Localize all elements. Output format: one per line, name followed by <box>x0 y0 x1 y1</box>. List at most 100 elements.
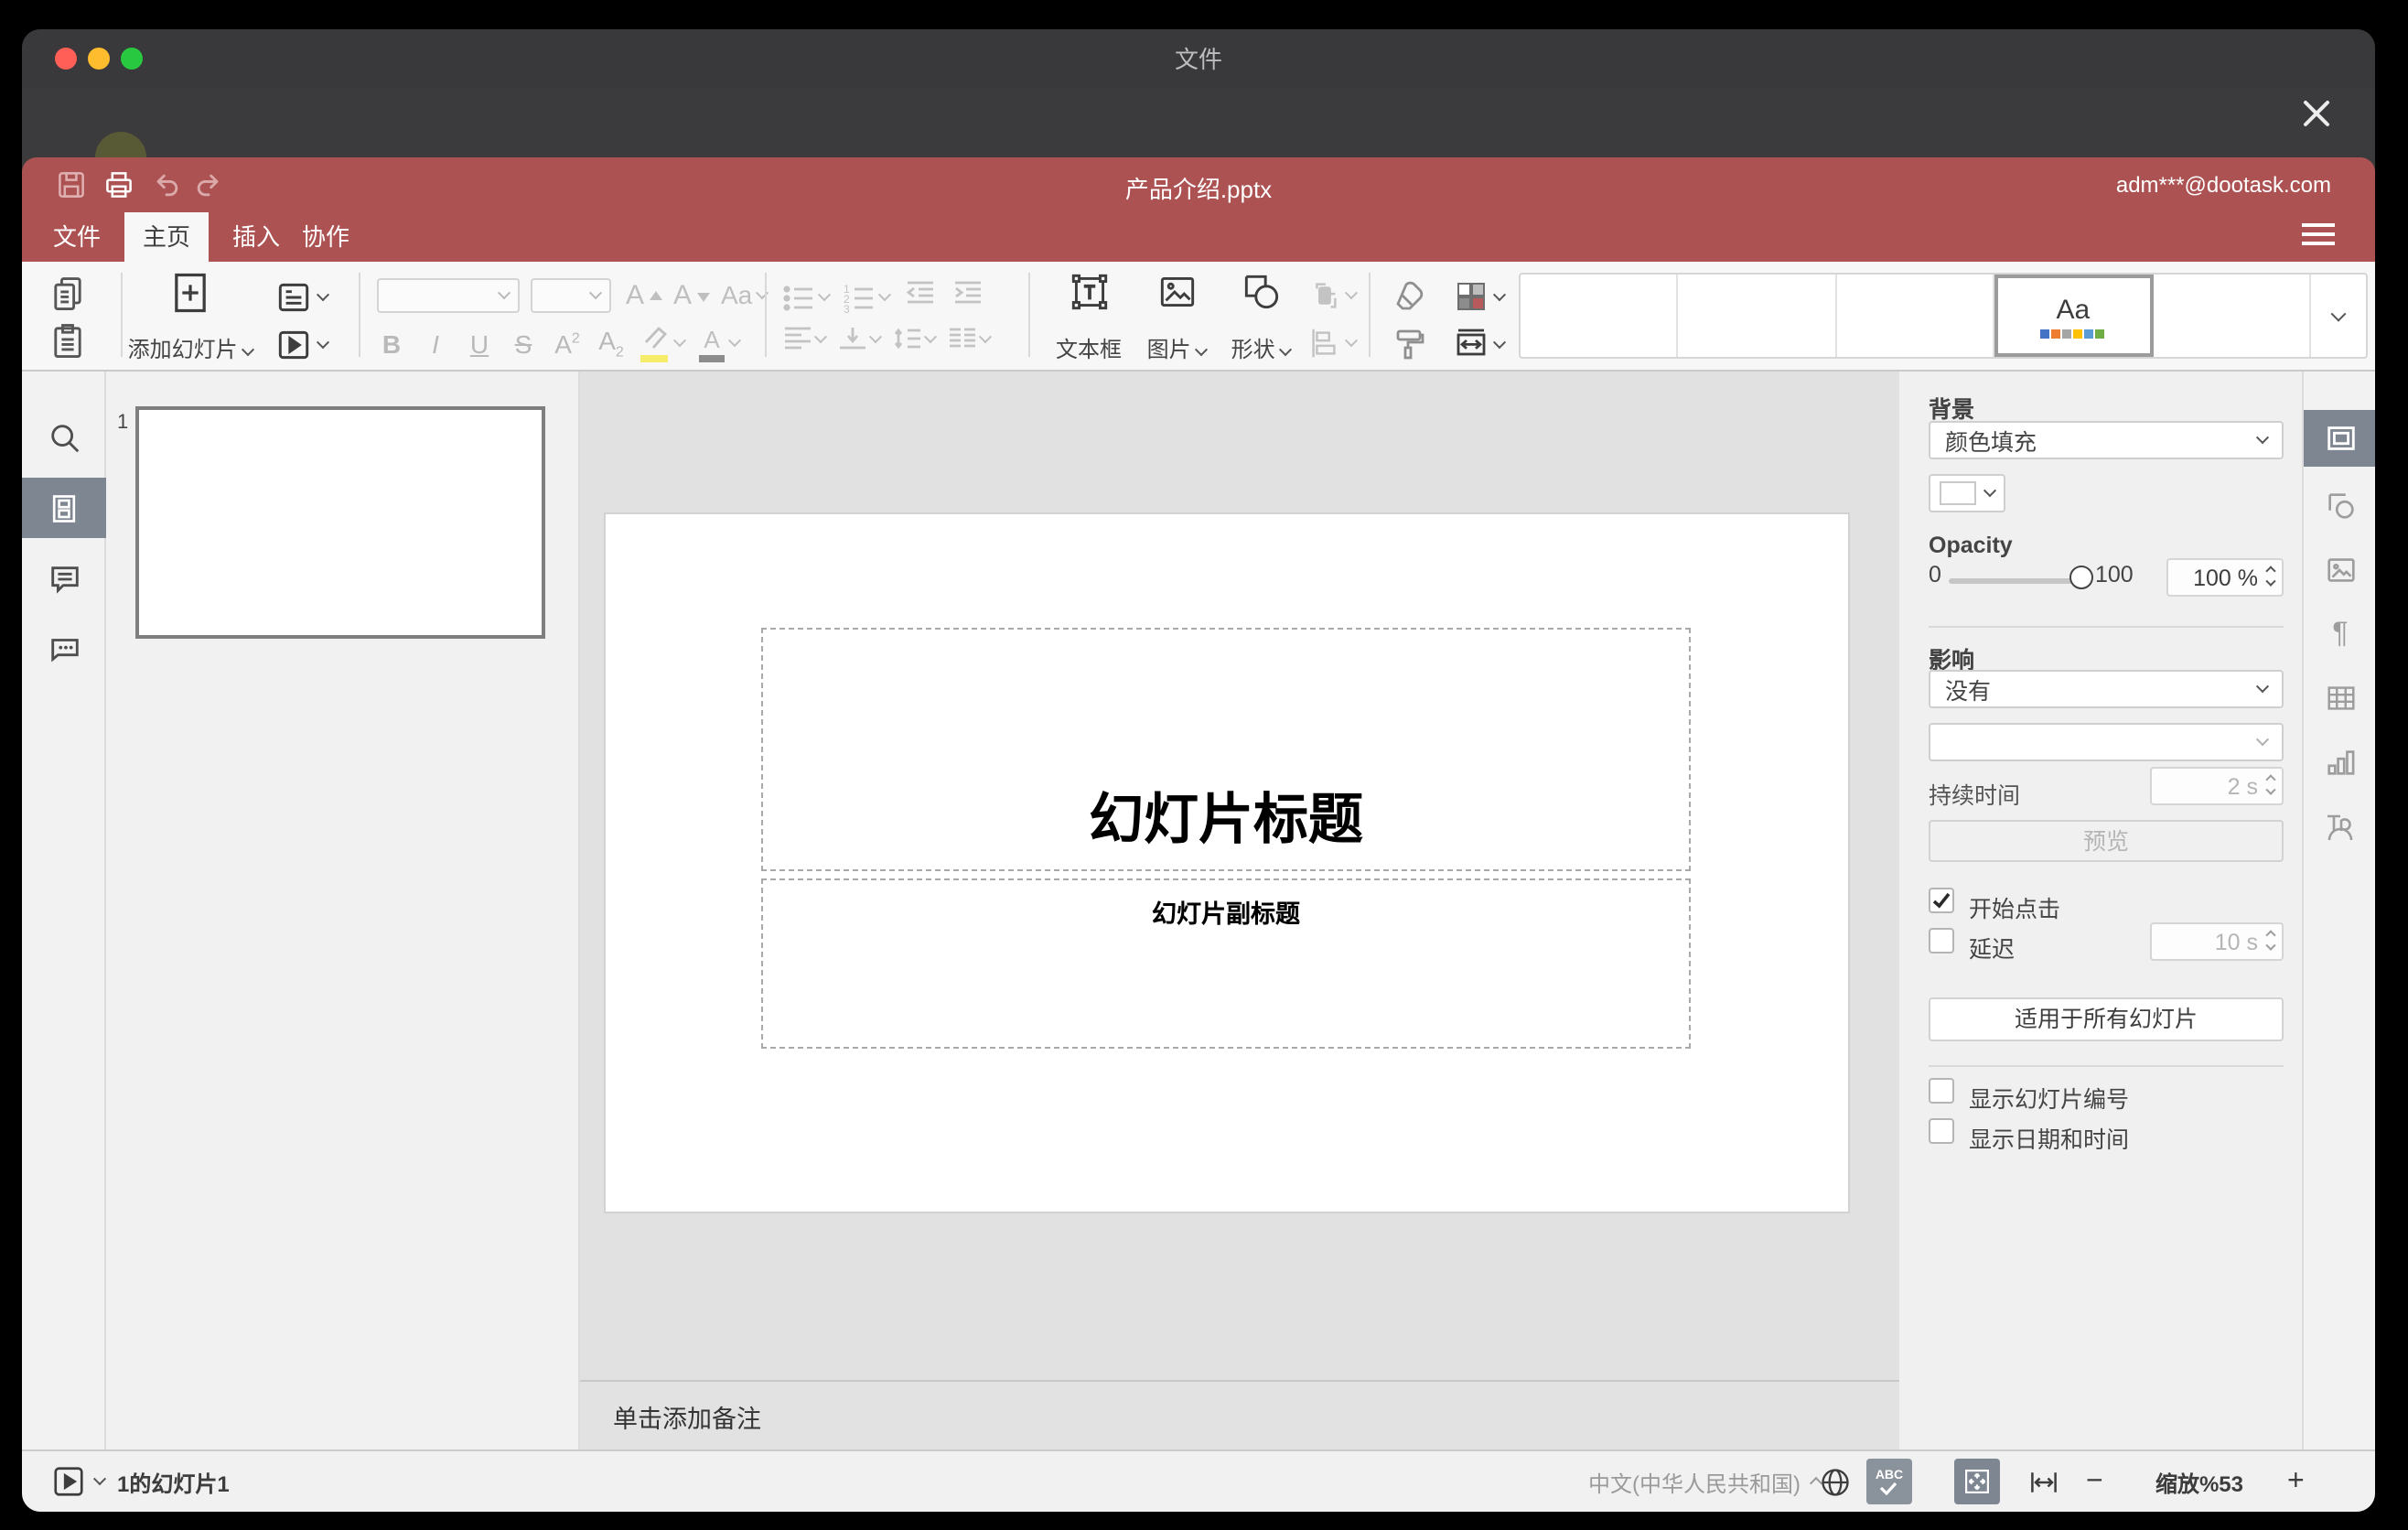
delay-checkbox[interactable] <box>1929 928 1954 954</box>
numbered-list-button[interactable]: 123 <box>844 283 892 312</box>
add-slide-button[interactable]: 添加幻灯片 <box>128 269 255 364</box>
font-name-select[interactable] <box>377 278 520 313</box>
tab-file[interactable]: 文件 <box>37 212 117 262</box>
zoom-in-button[interactable]: + <box>2287 1451 2305 1512</box>
paragraph-settings-icon[interactable]: ¶ <box>2304 606 2375 663</box>
copy-button[interactable] <box>48 273 88 313</box>
slide-layout-button[interactable] <box>274 278 330 317</box>
color-scheme-button[interactable] <box>1453 278 1507 315</box>
paste-button[interactable] <box>48 320 88 361</box>
horizontal-align-button[interactable] <box>783 326 828 351</box>
slide-thumbnail[interactable] <box>135 406 545 639</box>
toolbar: 添加幻灯片 A A Aa B I U S A2 A2 A 1 2 3 文本框 图… <box>22 262 2375 372</box>
effect-type-select[interactable] <box>1929 723 2284 761</box>
vertical-align-button[interactable] <box>838 326 883 351</box>
subscript-button[interactable]: A2 <box>597 326 626 361</box>
language-selector[interactable]: 中文(中华人民共和国) <box>1588 1451 1823 1512</box>
tab-home[interactable]: 主页 <box>124 212 209 262</box>
tab-insert[interactable]: 插入 <box>216 212 296 262</box>
macos-titlebar: 文件 <box>22 29 2375 88</box>
font-size-select[interactable] <box>531 278 611 313</box>
theme-option-selected[interactable]: Aa <box>1994 275 2154 357</box>
table-settings-icon[interactable] <box>2304 670 2375 727</box>
opacity-label: Opacity <box>1929 533 2013 558</box>
italic-button[interactable]: I <box>421 329 450 358</box>
bullet-list-button[interactable] <box>783 283 832 312</box>
chat-icon[interactable] <box>22 619 106 679</box>
theme-option[interactable] <box>2153 275 2312 357</box>
window-title: 文件 <box>1174 46 1222 73</box>
opacity-slider[interactable] <box>1949 578 2080 584</box>
search-icon[interactable] <box>22 408 106 469</box>
delay-spinner[interactable]: 10 s <box>2150 922 2284 961</box>
duration-spinner[interactable]: 2 s <box>2150 767 2284 805</box>
tab-collaboration[interactable]: 协作 <box>285 212 366 262</box>
slide[interactable]: 幻灯片标题 幻灯片副标题 <box>606 514 1848 1212</box>
comments-icon[interactable] <box>22 549 106 609</box>
superscript-button[interactable]: A2 <box>553 329 582 358</box>
copy-style-button[interactable] <box>1391 326 1427 362</box>
fit-width-button[interactable] <box>2027 1466 2060 1499</box>
zoom-out-button[interactable]: − <box>2086 1451 2103 1512</box>
change-case-button[interactable]: Aa <box>721 280 769 309</box>
theme-gallery: Aa <box>1519 273 2368 359</box>
increase-font-icon[interactable]: A <box>626 280 663 311</box>
decrease-font-icon[interactable]: A <box>673 280 711 311</box>
notes-area[interactable]: 单击添加备注 <box>580 1380 1899 1449</box>
fill-color-picker[interactable] <box>1929 474 2005 512</box>
bold-button[interactable]: B <box>377 329 406 358</box>
theme-option[interactable] <box>1521 275 1679 357</box>
textart-settings-icon[interactable] <box>2304 798 2375 855</box>
menu-icon[interactable] <box>2302 223 2335 249</box>
underline-button[interactable]: U <box>465 329 494 358</box>
document-language-icon[interactable] <box>1819 1466 1852 1499</box>
show-date-time-label: 显示日期和时间 <box>1969 1127 2130 1153</box>
theme-option[interactable] <box>1837 275 1995 357</box>
close-icon[interactable] <box>2298 95 2335 132</box>
columns-button[interactable] <box>948 326 993 351</box>
slide-settings-icon[interactable] <box>2304 410 2375 467</box>
subtitle-placeholder[interactable]: 幻灯片副标题 <box>761 878 1691 1049</box>
apply-to-all-slides-button[interactable]: 适用于所有幻灯片 <box>1929 997 2284 1041</box>
slides-panel-icon[interactable] <box>22 478 106 538</box>
align-shape-button[interactable] <box>1306 326 1359 361</box>
preview-button[interactable]: 预览 <box>1929 820 2284 862</box>
start-slideshow-button[interactable] <box>274 326 330 364</box>
slide-size-button[interactable] <box>1453 326 1507 362</box>
decrease-indent-button[interactable] <box>904 278 937 317</box>
spellcheck-icon: ABC <box>1876 1469 1903 1494</box>
show-slide-number-checkbox[interactable] <box>1929 1078 1954 1104</box>
insert-shape-button[interactable]: 形状 <box>1219 269 1303 364</box>
slide-canvas[interactable]: 幻灯片标题 幻灯片副标题 <box>580 372 1899 1380</box>
font-style-group: B I U S A2 A2 A <box>377 324 742 362</box>
slide-settings-panel: 背景 颜色填充 Opacity 0 100 100 % 影响 没有 持续时间 2… <box>1899 372 2302 1449</box>
start-slideshow-status-button[interactable] <box>51 1464 107 1499</box>
user-account: adm***@dootask.com <box>2115 172 2331 198</box>
show-date-time-checkbox[interactable] <box>1929 1118 1954 1144</box>
highlight-color-button[interactable] <box>640 325 687 361</box>
theme-color-swatches <box>2040 329 2105 338</box>
insert-image-button[interactable]: 图片 <box>1134 269 1219 364</box>
start-on-click-checkbox[interactable] <box>1929 888 1954 913</box>
clear-style-button[interactable] <box>1391 278 1427 315</box>
opacity-slider-handle[interactable] <box>2069 566 2093 589</box>
spellcheck-toggle[interactable]: ABC <box>1866 1459 1912 1504</box>
strikethrough-button[interactable]: S <box>509 329 538 358</box>
background-fill-select[interactable]: 颜色填充 <box>1929 421 2284 459</box>
shape-settings-icon[interactable] <box>2304 478 2375 534</box>
line-spacing-button[interactable] <box>893 326 938 351</box>
theme-gallery-expand-icon[interactable] <box>2311 275 2366 357</box>
image-settings-icon[interactable] <box>2304 542 2375 598</box>
opacity-spinner[interactable]: 100 % <box>2166 558 2284 597</box>
document-title: 产品介绍.pptx <box>1124 176 1273 203</box>
theme-option[interactable] <box>1679 275 1837 357</box>
chart-settings-icon[interactable] <box>2304 734 2375 791</box>
screen: 文件 产品介绍.pptx adm***@dootask.com 文件 主页 插入… <box>0 0 2408 1530</box>
fit-slide-toggle[interactable] <box>1954 1459 2000 1504</box>
title-placeholder[interactable]: 幻灯片标题 <box>761 628 1691 871</box>
arrange-shape-button[interactable] <box>1306 278 1359 313</box>
font-color-button[interactable]: A <box>699 324 742 362</box>
insert-textbox-button[interactable]: 文本框 <box>1047 269 1131 364</box>
increase-indent-button[interactable] <box>951 278 984 317</box>
effect-select[interactable]: 没有 <box>1929 670 2284 708</box>
